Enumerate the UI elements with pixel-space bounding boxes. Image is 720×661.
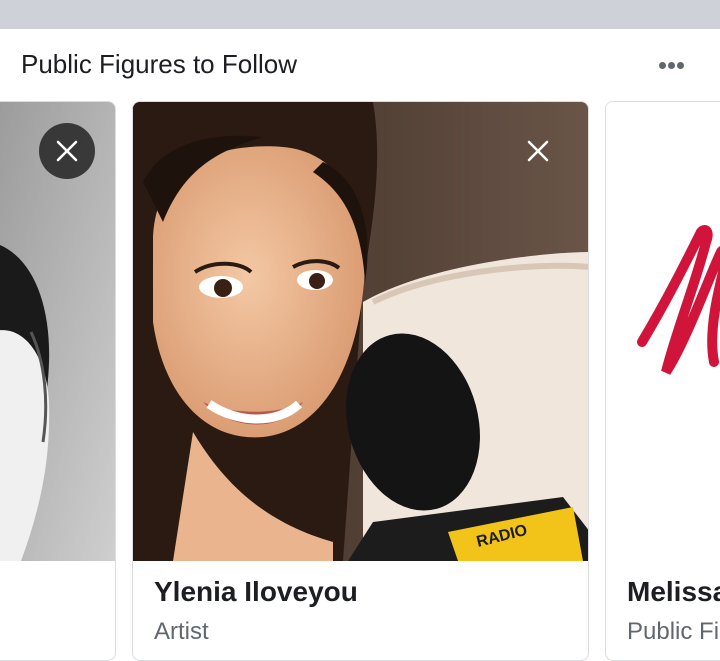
dismiss-button[interactable] (518, 131, 558, 171)
public-figure-card[interactable]: Melissa Public Fi (605, 101, 720, 661)
top-status-bar (0, 0, 720, 29)
figure-name[interactable]: Melissa (627, 576, 720, 608)
figure-category: Artist (154, 618, 209, 645)
more-dot (677, 62, 684, 69)
dismiss-button[interactable] (39, 123, 95, 179)
section-title: Public Figures to Follow (21, 49, 297, 79)
figure-name[interactable]: Ylenia Iloveyou (154, 576, 358, 608)
figure-category: Public Fi (627, 618, 720, 645)
more-dot (668, 62, 675, 69)
close-icon (56, 140, 78, 162)
close-icon (527, 140, 549, 162)
more-options-button[interactable] (651, 52, 691, 80)
profile-photo[interactable] (606, 102, 720, 561)
section-header: Public Figures to Follow (0, 29, 720, 101)
public-figure-card[interactable]: RADIO Ylenia Iloveyou Artist (132, 101, 589, 661)
public-figure-card[interactable] (0, 101, 116, 661)
more-horizontal-icon (659, 62, 666, 69)
